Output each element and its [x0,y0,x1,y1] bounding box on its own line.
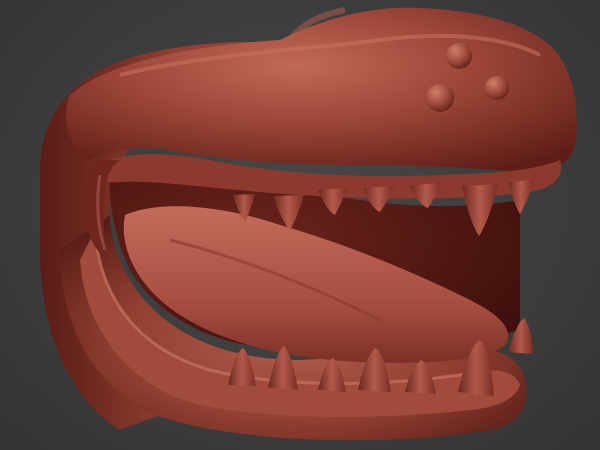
crocodile-head-sculpt [40,7,577,441]
bump [485,76,509,100]
bump [426,84,454,112]
zbrush-viewport[interactable] [0,0,600,450]
bump [446,43,472,69]
